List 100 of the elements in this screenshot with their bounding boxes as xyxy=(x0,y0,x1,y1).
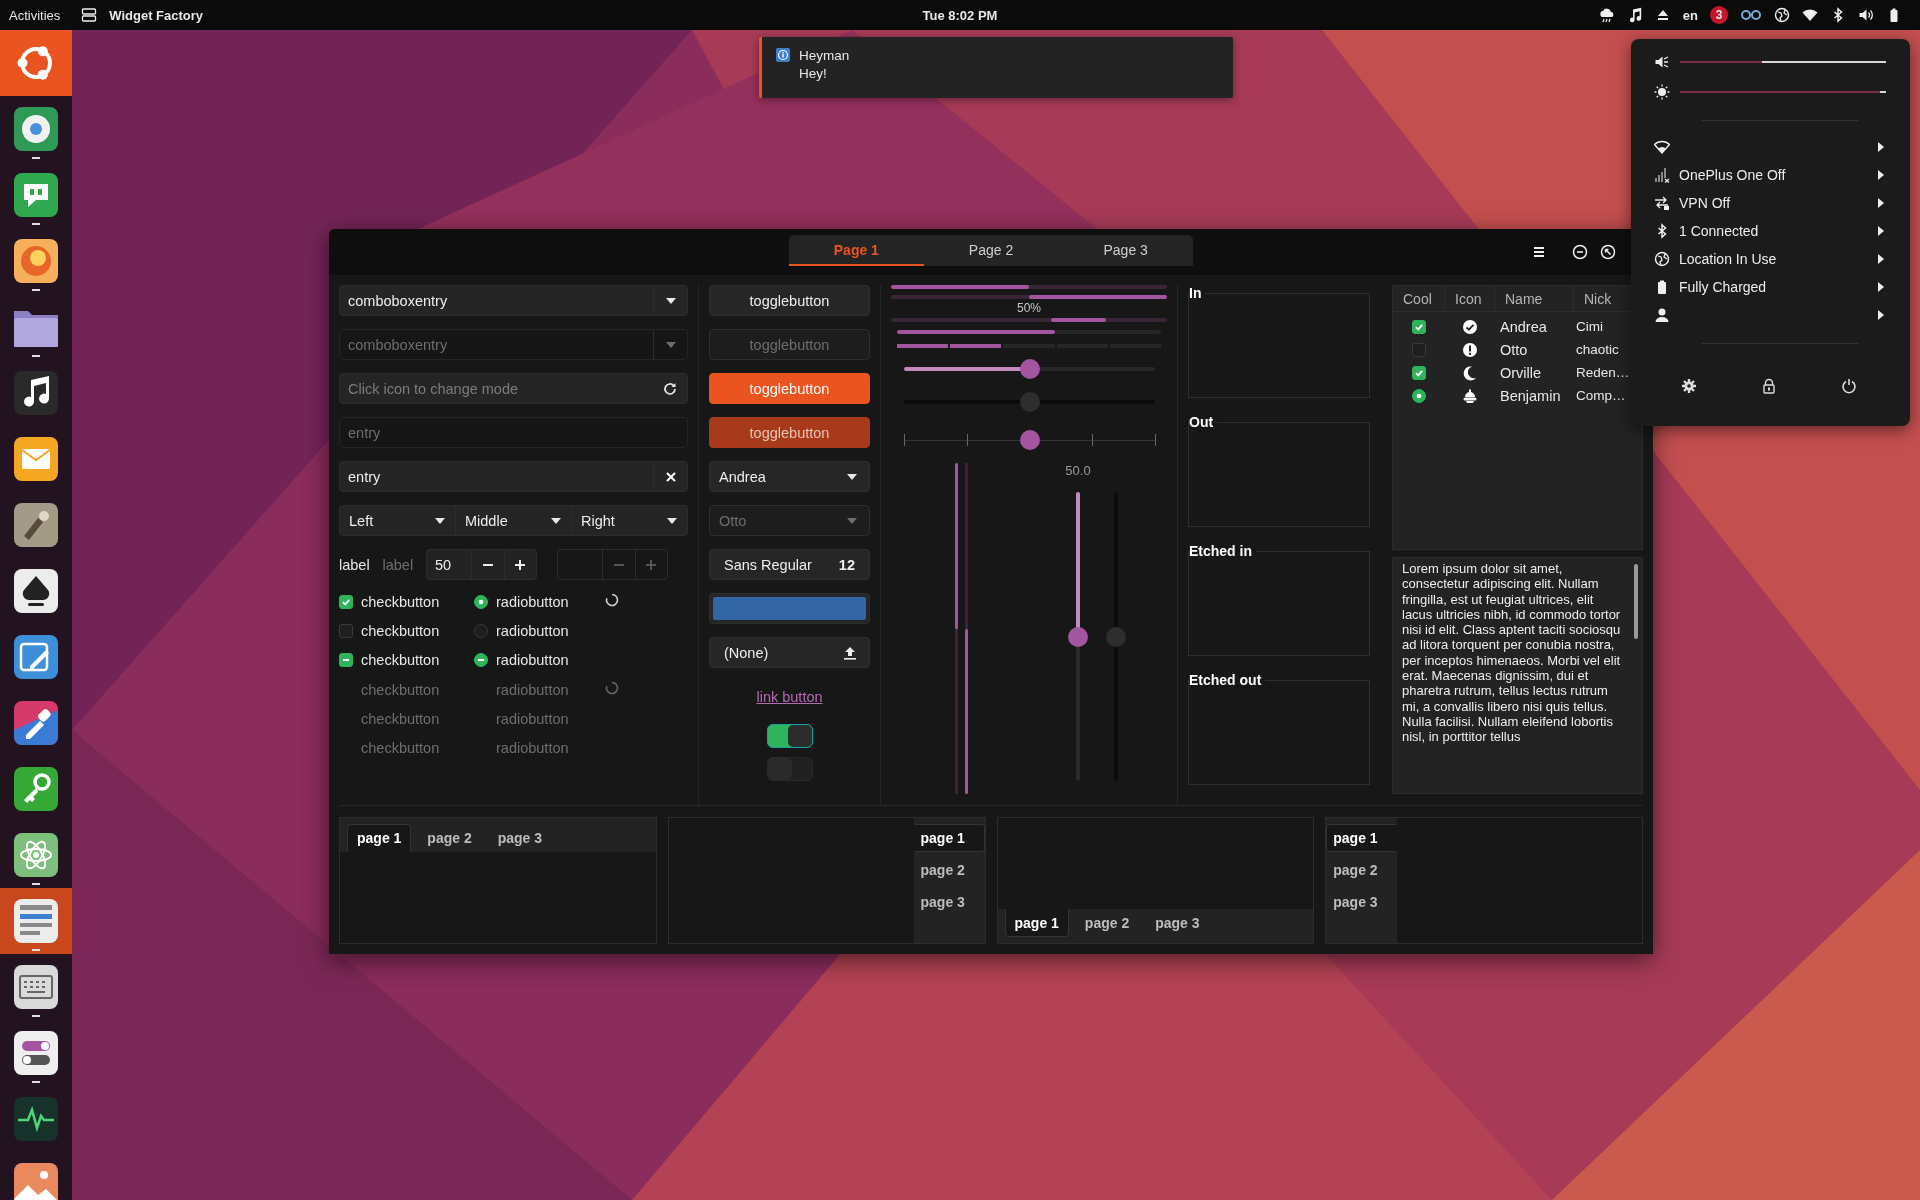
combo-box[interactable]: comboboxentry xyxy=(339,285,688,316)
restore-icon[interactable] xyxy=(1600,244,1616,260)
combo-box[interactable]: Middle xyxy=(455,506,571,535)
spin-value[interactable]: 50 xyxy=(427,550,471,579)
file-chooser-button[interactable]: (None) xyxy=(709,637,870,668)
checkbox[interactable] xyxy=(1412,365,1426,380)
power-icon xyxy=(1841,378,1857,394)
checkbox[interactable] xyxy=(339,653,353,668)
keyboard-layout-indicator[interactable]: en xyxy=(1682,7,1698,23)
tab[interactable]: page 1 xyxy=(1004,909,1069,937)
font-button[interactable]: Sans Regular 12 xyxy=(709,549,870,580)
table-cell-text: Benjamin xyxy=(1499,387,1562,404)
activities-button[interactable]: Activities xyxy=(0,7,70,23)
cloud-rain-icon[interactable] xyxy=(1598,7,1615,23)
info-icon xyxy=(776,48,790,62)
menu-item[interactable]: VPN Off xyxy=(1631,189,1910,217)
radio-button[interactable] xyxy=(1412,388,1426,403)
checkbox-label: checkbutton xyxy=(361,652,440,669)
column-header[interactable]: Cool xyxy=(1393,286,1445,311)
menu-item[interactable]: 1 Connected xyxy=(1631,217,1910,245)
menu-icon[interactable] xyxy=(1531,244,1547,260)
globe-icon[interactable] xyxy=(1774,7,1790,23)
notification-body: Hey! xyxy=(799,66,828,81)
tab[interactable]: page 1 xyxy=(347,824,412,852)
text-field[interactable]: Click icon to change mode xyxy=(339,373,688,404)
checkmark-icon xyxy=(1414,321,1424,332)
slider-thumb[interactable] xyxy=(1019,359,1040,379)
notification-count-badge[interactable]: 3 xyxy=(1710,6,1728,24)
checkbox[interactable] xyxy=(339,594,353,609)
window-icon[interactable] xyxy=(0,888,72,954)
text-view[interactable] xyxy=(1392,557,1643,794)
app-menu[interactable]: Widget Factory xyxy=(81,7,204,23)
radio-button[interactable] xyxy=(474,594,488,609)
text-input[interactable]: comboboxentry xyxy=(340,292,653,309)
combo-box[interactable]: Andrea xyxy=(709,461,870,492)
radio-button[interactable] xyxy=(474,623,488,638)
text-input[interactable]: Click icon to change mode xyxy=(340,380,653,397)
slider[interactable] xyxy=(1068,492,1088,781)
clock[interactable]: Tue 8:02 PM xyxy=(922,7,998,23)
slider[interactable] xyxy=(1106,492,1126,781)
caret-icon xyxy=(551,517,561,524)
switch[interactable] xyxy=(766,724,813,748)
slider[interactable] xyxy=(904,428,1155,452)
tab[interactable]: page 2 xyxy=(913,856,985,884)
tab[interactable]: page 1 xyxy=(913,824,985,852)
tab[interactable]: page 1 xyxy=(1326,824,1398,852)
notification-banner[interactable]: Heyman Hey! xyxy=(759,37,1233,98)
tab[interactable]: Page 2 xyxy=(923,235,1059,266)
tab[interactable]: page 3 xyxy=(1326,888,1398,916)
table-cell-text: Reden… xyxy=(1575,365,1631,380)
table-cell-text: Orville xyxy=(1499,364,1543,381)
signal-bars-icon xyxy=(1654,167,1670,183)
link-button[interactable]: link button xyxy=(756,686,823,708)
wifi-icon xyxy=(1654,139,1670,155)
table-cell-text: chaotic xyxy=(1575,342,1620,357)
crescent-moon-icon xyxy=(1462,364,1478,381)
menu-item[interactable]: OnePlus One Off xyxy=(1631,161,1910,189)
radio-button[interactable] xyxy=(474,653,488,668)
checkbox-label: checkbutton xyxy=(361,710,440,727)
tab[interactable]: page 3 xyxy=(913,888,985,916)
menu-item[interactable]: Location In Use xyxy=(1631,245,1910,273)
tab[interactable]: page 3 xyxy=(1145,909,1210,937)
minimize-icon[interactable] xyxy=(1572,244,1588,260)
tab[interactable]: page 2 xyxy=(1326,856,1398,884)
column-header[interactable]: Name xyxy=(1495,286,1574,311)
frame-label: Out xyxy=(1189,414,1215,430)
tab[interactable]: Page 3 xyxy=(1058,235,1193,266)
slider[interactable] xyxy=(904,357,1155,381)
slider-thumb[interactable] xyxy=(1068,626,1088,647)
checkbox[interactable] xyxy=(1412,342,1426,357)
table-cell-text: Andrea xyxy=(1499,318,1548,335)
wifi-icon[interactable] xyxy=(1802,7,1818,23)
text-field[interactable]: entry xyxy=(339,461,688,492)
activity-block xyxy=(1051,318,1107,322)
tab[interactable]: page 2 xyxy=(417,824,482,852)
scrollbar[interactable] xyxy=(1634,564,1638,639)
tab[interactable]: page 2 xyxy=(1074,909,1140,937)
chain-icon[interactable] xyxy=(1740,7,1762,23)
checkbox[interactable] xyxy=(339,623,353,638)
refresh-icon[interactable] xyxy=(663,381,677,396)
user-icon xyxy=(1654,307,1670,323)
slider[interactable] xyxy=(904,390,1155,414)
toggle-button[interactable]: togglebutton xyxy=(709,285,870,316)
tab[interactable]: Page 1 xyxy=(789,235,924,266)
column-header[interactable]: Icon xyxy=(1445,286,1495,311)
tab[interactable]: page 3 xyxy=(487,824,553,852)
slider-thumb[interactable] xyxy=(1019,430,1040,450)
combo-box[interactable]: Left xyxy=(340,506,455,535)
combo-box[interactable]: Right xyxy=(571,506,687,535)
spin-button[interactable]: 50 xyxy=(426,549,537,580)
circle-logo-icon[interactable] xyxy=(0,30,72,96)
checkmark-icon xyxy=(1414,367,1424,378)
checkbox[interactable] xyxy=(1412,319,1426,334)
text-input[interactable]: entry xyxy=(340,468,653,485)
speaker-icon[interactable] xyxy=(1858,7,1874,23)
toggle-button[interactable]: togglebutton xyxy=(709,373,870,404)
upload-icon xyxy=(843,645,857,660)
clear-icon[interactable] xyxy=(665,471,676,482)
stacked-windows-icon xyxy=(81,7,98,23)
tree-view[interactable]: Cool Icon Name Nick Andrea Cimi Otto chaotic Orville Reden… Benjamin Comp… xyxy=(1392,285,1643,550)
